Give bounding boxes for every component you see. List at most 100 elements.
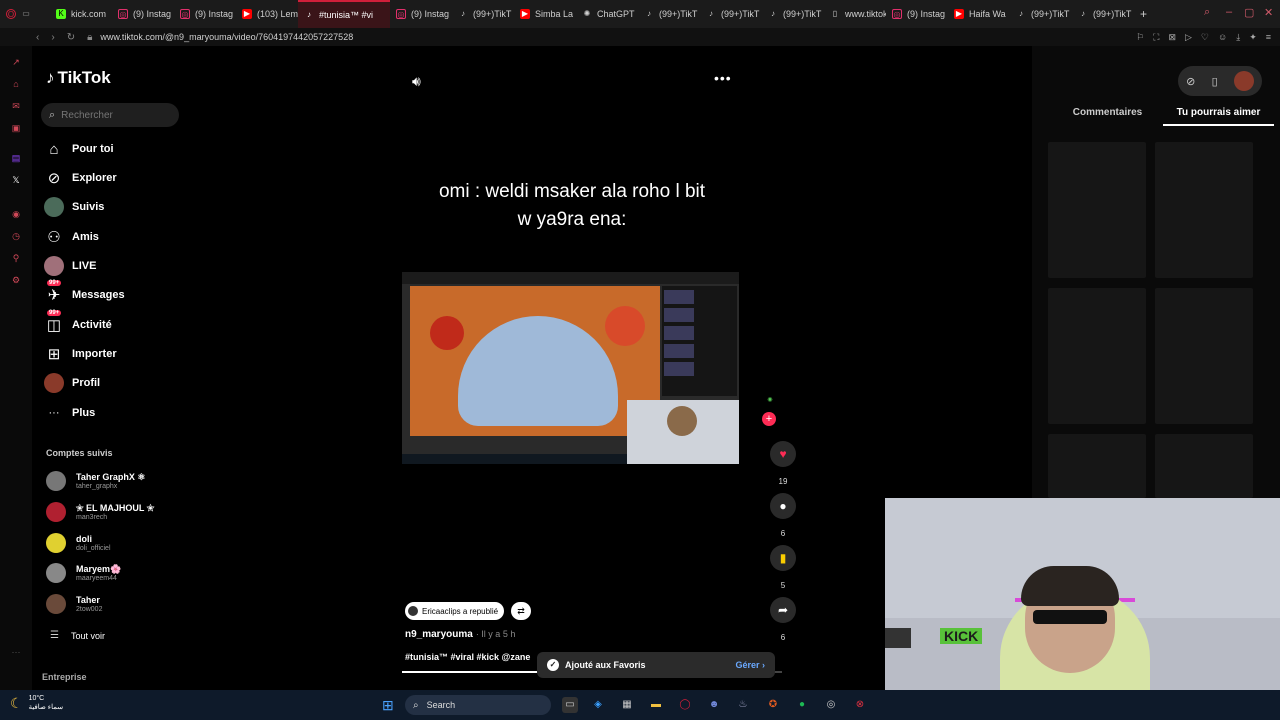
ai-icon[interactable]: ✦ xyxy=(1249,32,1257,43)
download-icon[interactable]: ⤓ xyxy=(1236,32,1240,43)
browser-tab[interactable]: Kkick.com xyxy=(50,0,112,28)
store-icon[interactable]: ▦ xyxy=(619,697,635,713)
x-icon[interactable]: 𝕏 xyxy=(10,174,22,186)
nav-item-messages[interactable]: ✈ 99+ Messages xyxy=(44,280,125,305)
nav-item-amis[interactable]: ⚇ Amis xyxy=(44,227,99,247)
volume-icon[interactable]: 🔊︎ xyxy=(412,73,421,90)
heart-icon[interactable]: ♡ xyxy=(1201,32,1209,43)
compass-icon[interactable]: ⊘ xyxy=(1186,75,1195,88)
comment-action[interactable]: ● 6 xyxy=(768,493,798,538)
suggestion-card-placeholder[interactable] xyxy=(1155,434,1253,498)
nav-item-activite[interactable]: ◫ 99+ Activité xyxy=(44,310,112,335)
video-player[interactable]: 🔊︎ ••• omi : weldi msaker ala roho l bit… xyxy=(402,46,802,690)
browser-menu-tab[interactable]: O ▭ xyxy=(0,0,50,28)
task-view-icon[interactable]: ▭ xyxy=(562,697,578,713)
browser-tab[interactable]: ◎ (9) Instag xyxy=(174,0,236,28)
nav-item-importer[interactable]: ⊞ Importer xyxy=(44,344,117,364)
antivirus-icon[interactable]: ⊗ xyxy=(852,697,868,713)
browser-tab[interactable]: ♪ (99+)TikT xyxy=(1072,0,1134,28)
player2-icon[interactable]: ◉ xyxy=(10,208,22,220)
screenshot-icon[interactable]: ⛶ xyxy=(1153,32,1159,43)
nav-item-suivis[interactable]: Suivis xyxy=(44,197,104,217)
reload-icon[interactable]: ↻ xyxy=(67,32,75,43)
browser-tab[interactable]: ♪ (99+)TikT xyxy=(700,0,762,28)
see-all-link[interactable]: ☰ Tout voir xyxy=(50,630,105,641)
browser-tab[interactable]: ▶ Haifa Wa xyxy=(948,0,1010,28)
weather-widget[interactable]: ☾ 10°C سماء صافية xyxy=(10,694,63,712)
search-tabs-icon[interactable]: ⌕ xyxy=(1204,6,1210,19)
copilot-icon[interactable]: ◈ xyxy=(590,697,606,713)
browser-tab[interactable]: ◎ (9) Instag xyxy=(112,0,174,28)
manage-favorites-link[interactable]: Gérer › xyxy=(735,660,765,670)
heart-icon[interactable]: ♥ xyxy=(770,441,796,467)
spotify-icon[interactable]: ● xyxy=(794,697,810,713)
obs-icon[interactable]: ◎ xyxy=(823,697,839,713)
profile-icon[interactable]: ☺ xyxy=(1218,32,1227,42)
twitch-icon[interactable]: ▤ xyxy=(10,152,22,164)
nav-item-explorer[interactable]: ⊘ Explorer xyxy=(44,168,117,188)
browser-menu-icon[interactable]: ≡ xyxy=(1266,32,1271,42)
browser-tab[interactable]: ◎ (9) Instag xyxy=(390,0,452,28)
settings-icon[interactable]: ⚙ xyxy=(10,274,22,286)
followed-account[interactable]: doli doli_officiel xyxy=(46,533,111,553)
followed-account[interactable]: Taher GraphX ⚛ taher_graphx xyxy=(46,471,145,491)
follow-plus-button[interactable]: + xyxy=(762,412,776,426)
flow-icon[interactable]: ↗ xyxy=(10,56,22,68)
browser-tab[interactable]: ▶ Simba La xyxy=(514,0,576,28)
video-author[interactable]: n9_maryouma · Il y a 5 h xyxy=(405,629,515,640)
browser-tab[interactable]: ▯ www.tiktok xyxy=(824,0,886,28)
company-link[interactable]: Entreprise xyxy=(42,672,87,682)
taskbar-search[interactable]: ⌕ Search xyxy=(405,695,551,715)
suggestion-card-placeholder[interactable] xyxy=(1048,288,1146,424)
windows-start-icon[interactable]: ⊞ xyxy=(382,697,398,713)
sidebar-more-icon[interactable]: ··· xyxy=(10,646,22,658)
bookmark-icon[interactable]: ⚐ xyxy=(1136,32,1144,43)
tiktok-logo[interactable]: ♪ TikTok xyxy=(46,68,111,88)
suggestion-card-placeholder[interactable] xyxy=(1048,142,1146,278)
repost-badge[interactable]: Ericaaclips a republié xyxy=(405,602,505,620)
play-icon[interactable]: ▷ xyxy=(1185,32,1192,43)
browser-tab[interactable]: ♪ (99+)TikT xyxy=(638,0,700,28)
tab-you-may-like[interactable]: Tu pourrais aimer xyxy=(1163,107,1274,126)
maximize-icon[interactable]: ▢ xyxy=(1244,6,1254,19)
back-icon[interactable]: ‹ xyxy=(36,32,39,43)
search-box[interactable]: ⌕ xyxy=(41,103,179,127)
suggestion-card-placeholder[interactable] xyxy=(1155,288,1253,424)
minimize-icon[interactable]: – xyxy=(1226,6,1232,18)
suggestion-card-placeholder[interactable] xyxy=(1048,434,1146,498)
discord-icon[interactable]: ☻ xyxy=(706,697,722,713)
comment-icon[interactable]: ● xyxy=(770,493,796,519)
repost-icon[interactable]: ⇄ xyxy=(511,602,531,620)
user-avatar[interactable] xyxy=(1233,71,1254,91)
share-action[interactable]: ➦ 6 xyxy=(768,597,798,642)
share-icon[interactable]: ➦ xyxy=(770,597,796,623)
nav-item-live[interactable]: LIVE xyxy=(44,256,96,276)
followed-account[interactable]: Taher 2tow002 xyxy=(46,594,102,614)
followed-account[interactable]: ✬ EL MAJHOUL ✬ man3rech xyxy=(46,502,154,522)
browser-tab[interactable]: ♪ (99+)TikT xyxy=(1010,0,1072,28)
browser-tab[interactable]: ♪ (99+)TikT xyxy=(452,0,514,28)
close-window-icon[interactable]: ✕ xyxy=(1264,6,1273,19)
bookmark-filled-icon[interactable]: ▮ xyxy=(770,545,796,571)
video-hashtags[interactable]: #tunisia™ #viral #kick @zane xyxy=(405,652,539,662)
forward-icon[interactable]: › xyxy=(51,32,54,43)
save-action[interactable]: ▮ 5 xyxy=(768,545,798,590)
app-icon[interactable]: ✪ xyxy=(765,697,781,713)
nav-item-profil[interactable]: Profil xyxy=(44,373,100,393)
browser-tab[interactable]: ♪ (99+)TikT xyxy=(762,0,824,28)
suggestion-card-placeholder[interactable] xyxy=(1155,142,1253,278)
new-tab-button[interactable]: + xyxy=(1134,0,1154,28)
video-more-icon[interactable]: ••• xyxy=(714,70,732,86)
nav-item-plus[interactable]: ··· Plus xyxy=(44,403,96,423)
nav-item-pour-toi[interactable]: ⌂ Pour toi xyxy=(44,139,113,159)
extension-icon[interactable]: ⊠ xyxy=(1168,32,1176,43)
file-explorer-icon[interactable]: ▬ xyxy=(648,697,664,713)
pin-icon[interactable]: ⚲ xyxy=(10,252,22,264)
steam-icon[interactable]: ♨ xyxy=(735,697,751,713)
search-input[interactable] xyxy=(61,109,162,121)
like-action[interactable]: ♥ 19 xyxy=(768,441,798,486)
opera-icon[interactable]: ◯ xyxy=(677,697,693,713)
messenger-icon[interactable]: ✉ xyxy=(10,100,22,112)
followed-account[interactable]: Maryem🌸 maaryeem44 xyxy=(46,563,121,583)
player-icon[interactable]: ▣ xyxy=(10,122,22,134)
